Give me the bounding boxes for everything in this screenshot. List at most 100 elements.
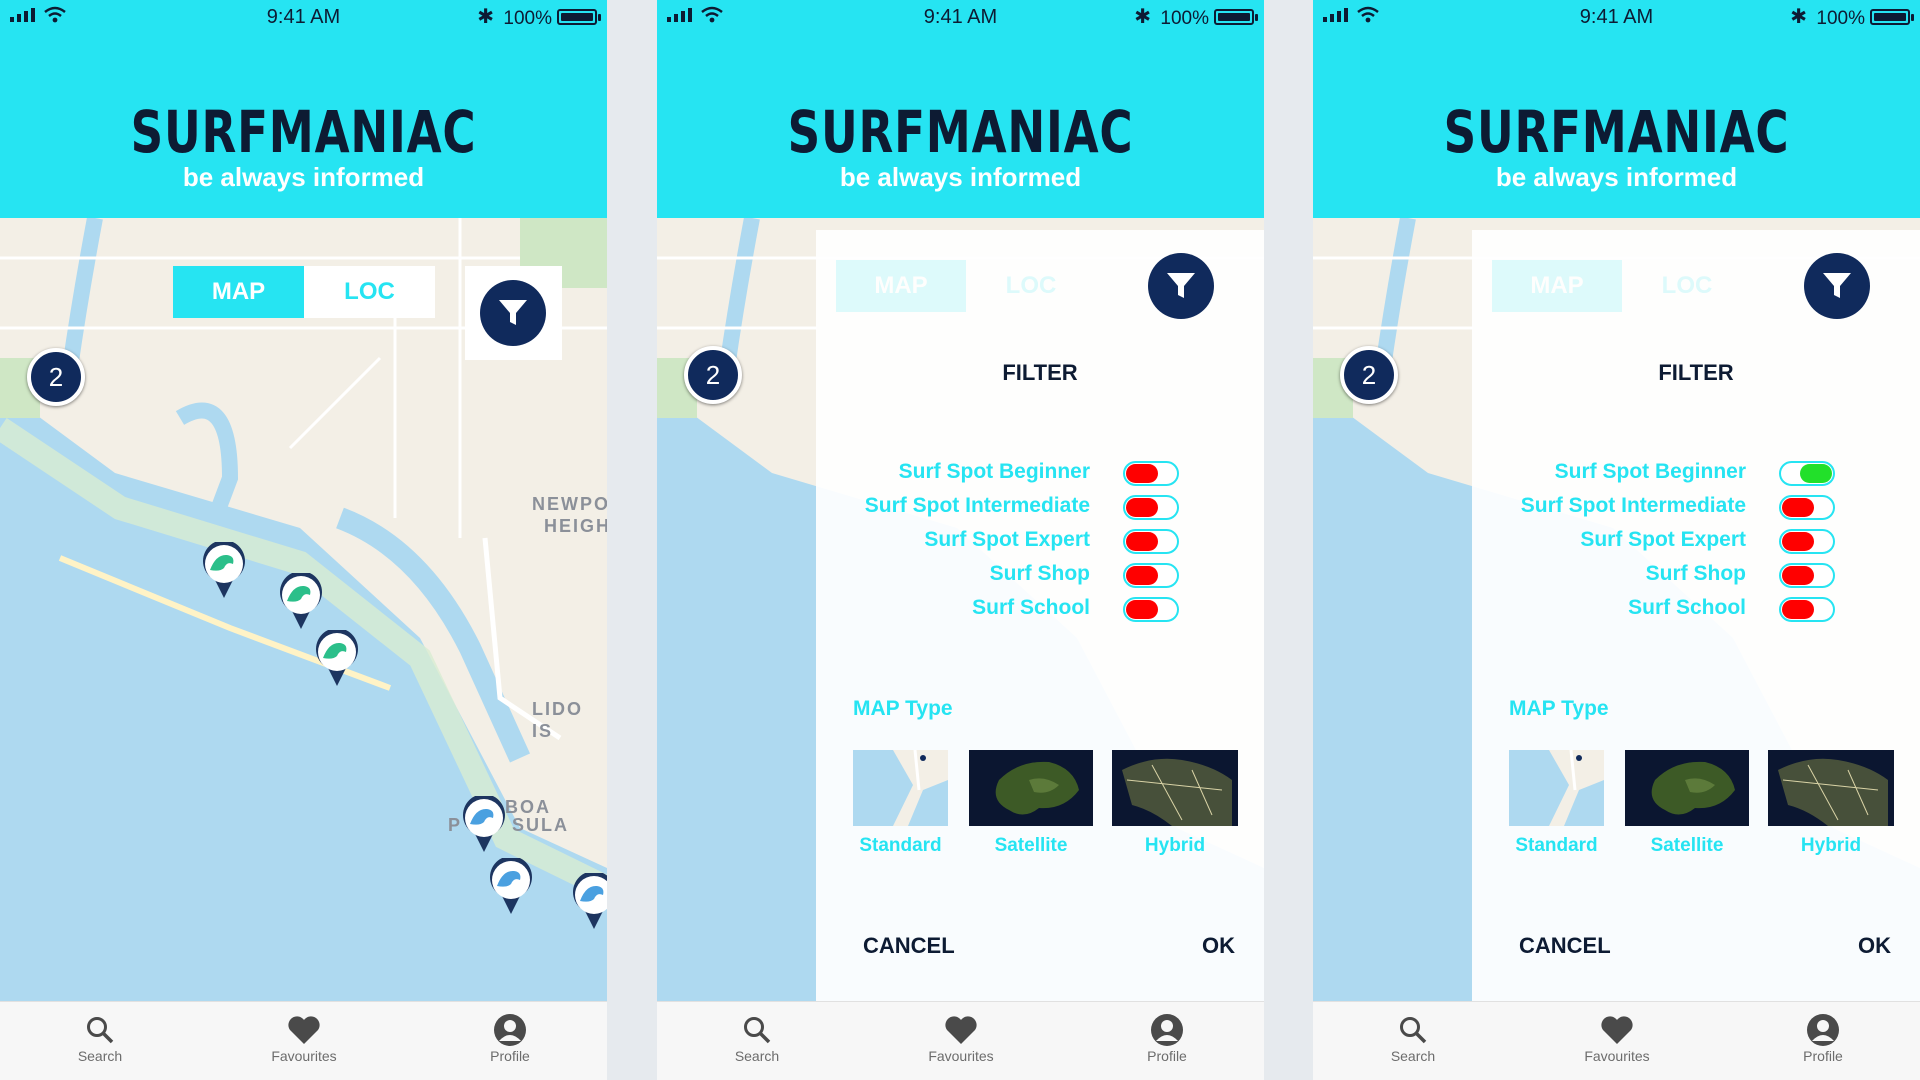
map-view[interactable]: 2 MAP LOC FILTER Surf Spot Beginner Surf… [657, 218, 1264, 1001]
surf-spot-pin[interactable] [200, 542, 248, 600]
map-label-sula: SULA [512, 815, 569, 835]
surf-spot-pin[interactable] [487, 858, 535, 916]
map-cluster-marker[interactable]: 2 [1340, 346, 1398, 404]
filter-row-surf-school: Surf School [1472, 594, 1920, 624]
filter-toggle-beginner[interactable] [1779, 461, 1835, 486]
filter-row-beginner: Surf Spot Beginner [816, 458, 1264, 488]
map-view-button[interactable]: MAP [836, 260, 966, 312]
map-cluster-marker[interactable]: 2 [684, 346, 742, 404]
tab-search[interactable]: Search [712, 1012, 802, 1064]
surf-spot-pin[interactable] [570, 873, 607, 931]
filter-button[interactable] [480, 280, 546, 346]
map-view-button[interactable]: MAP [173, 266, 304, 318]
filter-panel: MAP LOC FILTER Surf Spot Beginner Surf S… [816, 230, 1264, 1001]
view-toggle: MAP LOC [1492, 260, 1752, 312]
filter-row-beginner: Surf Spot Beginner [1472, 458, 1920, 488]
tab-favourites[interactable]: Favourites [259, 1012, 349, 1064]
map-type-satellite-thumbnail[interactable] [1625, 750, 1749, 826]
battery-icon [557, 9, 601, 25]
tab-favourites[interactable]: Favourites [916, 1012, 1006, 1064]
map-view[interactable]: NEWPORTHEIGHTS LIDO IS BOA P SULA MAP LO… [0, 218, 607, 1001]
map-type-hybrid-thumbnail[interactable] [1768, 750, 1894, 826]
filter-toggle-intermediate[interactable] [1779, 495, 1835, 520]
tab-search[interactable]: Search [55, 1012, 145, 1064]
filter-toggle-beginner[interactable] [1123, 461, 1179, 486]
tab-search-label: Search [77, 1048, 123, 1064]
filter-icon [1167, 273, 1195, 298]
filter-row-intermediate: Surf Spot Intermediate [816, 492, 1264, 522]
map-cluster-marker[interactable]: 2 [27, 348, 85, 406]
cancel-button[interactable]: CANCEL [863, 933, 955, 959]
phone-screen-filter-active: 9:41 AM ✱ 100% SURFMANIAC be always info… [1313, 0, 1920, 1080]
surf-spot-pin[interactable] [313, 630, 361, 688]
bluetooth-icon: ✱ [1134, 6, 1151, 28]
app-tagline: be always informed [1495, 162, 1738, 192]
filter-toggle-expert[interactable] [1123, 529, 1179, 554]
filter-button[interactable] [1804, 253, 1870, 319]
tab-favourites-label: Favourites [271, 1048, 337, 1064]
map-type-satellite-label: Satellite [1650, 835, 1724, 856]
map-type-satellite-thumbnail[interactable] [969, 750, 1093, 826]
loc-view-button[interactable]: LOC [966, 260, 1096, 312]
filter-toggle-surf-school[interactable] [1779, 597, 1835, 622]
loc-view-button[interactable]: LOC [1622, 260, 1752, 312]
map-view-button[interactable]: MAP [1492, 260, 1622, 312]
map-type-hybrid-thumbnail[interactable] [1112, 750, 1238, 826]
map-type-satellite-label: Satellite [994, 835, 1068, 856]
app-title: SURFMANIAC [1443, 98, 1790, 166]
battery-icon [1870, 9, 1914, 25]
tab-search-label: Search [734, 1048, 780, 1064]
phone-screen-filter: 9:41 AM ✱ 100% SURFMANIAC be always info… [657, 0, 1264, 1080]
cancel-button[interactable]: CANCEL [1519, 933, 1611, 959]
ok-button[interactable]: OK [1202, 933, 1235, 959]
filter-panel: MAP LOC FILTER Surf Spot Beginner Surf S… [1472, 230, 1920, 1001]
bluetooth-icon: ✱ [477, 6, 494, 28]
filter-toggle-surf-shop[interactable] [1779, 563, 1835, 588]
filter-label: Surf School [972, 596, 1090, 619]
surf-spot-pin[interactable] [460, 796, 508, 854]
filter-button[interactable] [1148, 253, 1214, 319]
map-type-hybrid-label: Hybrid [1800, 835, 1862, 856]
tab-search[interactable]: Search [1368, 1012, 1458, 1064]
search-icon [87, 1017, 114, 1044]
filter-title: FILTER [1002, 360, 1078, 385]
filter-row-expert: Surf Spot Expert [1472, 526, 1920, 556]
tab-profile-label: Profile [1803, 1048, 1843, 1064]
map-type-standard-thumbnail[interactable] [853, 750, 948, 826]
filter-toggle-expert[interactable] [1779, 529, 1835, 554]
tab-bar: Search Favourites Profile [0, 1001, 607, 1080]
tab-profile[interactable]: Profile [1778, 1012, 1868, 1064]
filter-label: Surf School [1628, 596, 1746, 619]
map-type-standard-thumbnail[interactable] [1509, 750, 1604, 826]
filter-row-surf-school: Surf School [816, 594, 1264, 624]
profile-icon [494, 1014, 526, 1046]
filter-toggle-surf-shop[interactable] [1123, 563, 1179, 588]
app-header: SURFMANIAC be always informed [1313, 34, 1920, 218]
bluetooth-icon: ✱ [1790, 6, 1807, 28]
filter-icon [1823, 273, 1851, 298]
surf-spot-pin[interactable] [277, 573, 325, 631]
tab-search-label: Search [1390, 1048, 1436, 1064]
filter-row-expert: Surf Spot Expert [816, 526, 1264, 556]
filter-label: Surf Spot Beginner [1554, 460, 1746, 483]
heart-icon [288, 1016, 320, 1044]
loc-view-button[interactable]: LOC [304, 266, 435, 318]
map-type-standard-label: Standard [859, 835, 942, 856]
battery-percent: 100% [503, 8, 552, 29]
search-icon [744, 1017, 771, 1044]
tab-profile[interactable]: Profile [465, 1012, 555, 1064]
profile-icon [1151, 1014, 1183, 1046]
tab-favourites[interactable]: Favourites [1572, 1012, 1662, 1064]
filter-label: Surf Shop [1645, 562, 1746, 585]
filter-toggle-intermediate[interactable] [1123, 495, 1179, 520]
map-view[interactable]: 2 MAP LOC FILTER Surf Spot Beginner Surf… [1313, 218, 1920, 1001]
heart-icon [1601, 1016, 1633, 1044]
ok-button[interactable]: OK [1858, 933, 1891, 959]
filter-toggle-surf-school[interactable] [1123, 597, 1179, 622]
tab-profile-label: Profile [1147, 1048, 1187, 1064]
profile-icon [1807, 1014, 1839, 1046]
tab-profile[interactable]: Profile [1122, 1012, 1212, 1064]
filter-title: FILTER [1658, 360, 1734, 385]
tab-bar: Search Favourites Profile [1313, 1001, 1920, 1080]
filter-label: Surf Spot Expert [1580, 528, 1746, 551]
